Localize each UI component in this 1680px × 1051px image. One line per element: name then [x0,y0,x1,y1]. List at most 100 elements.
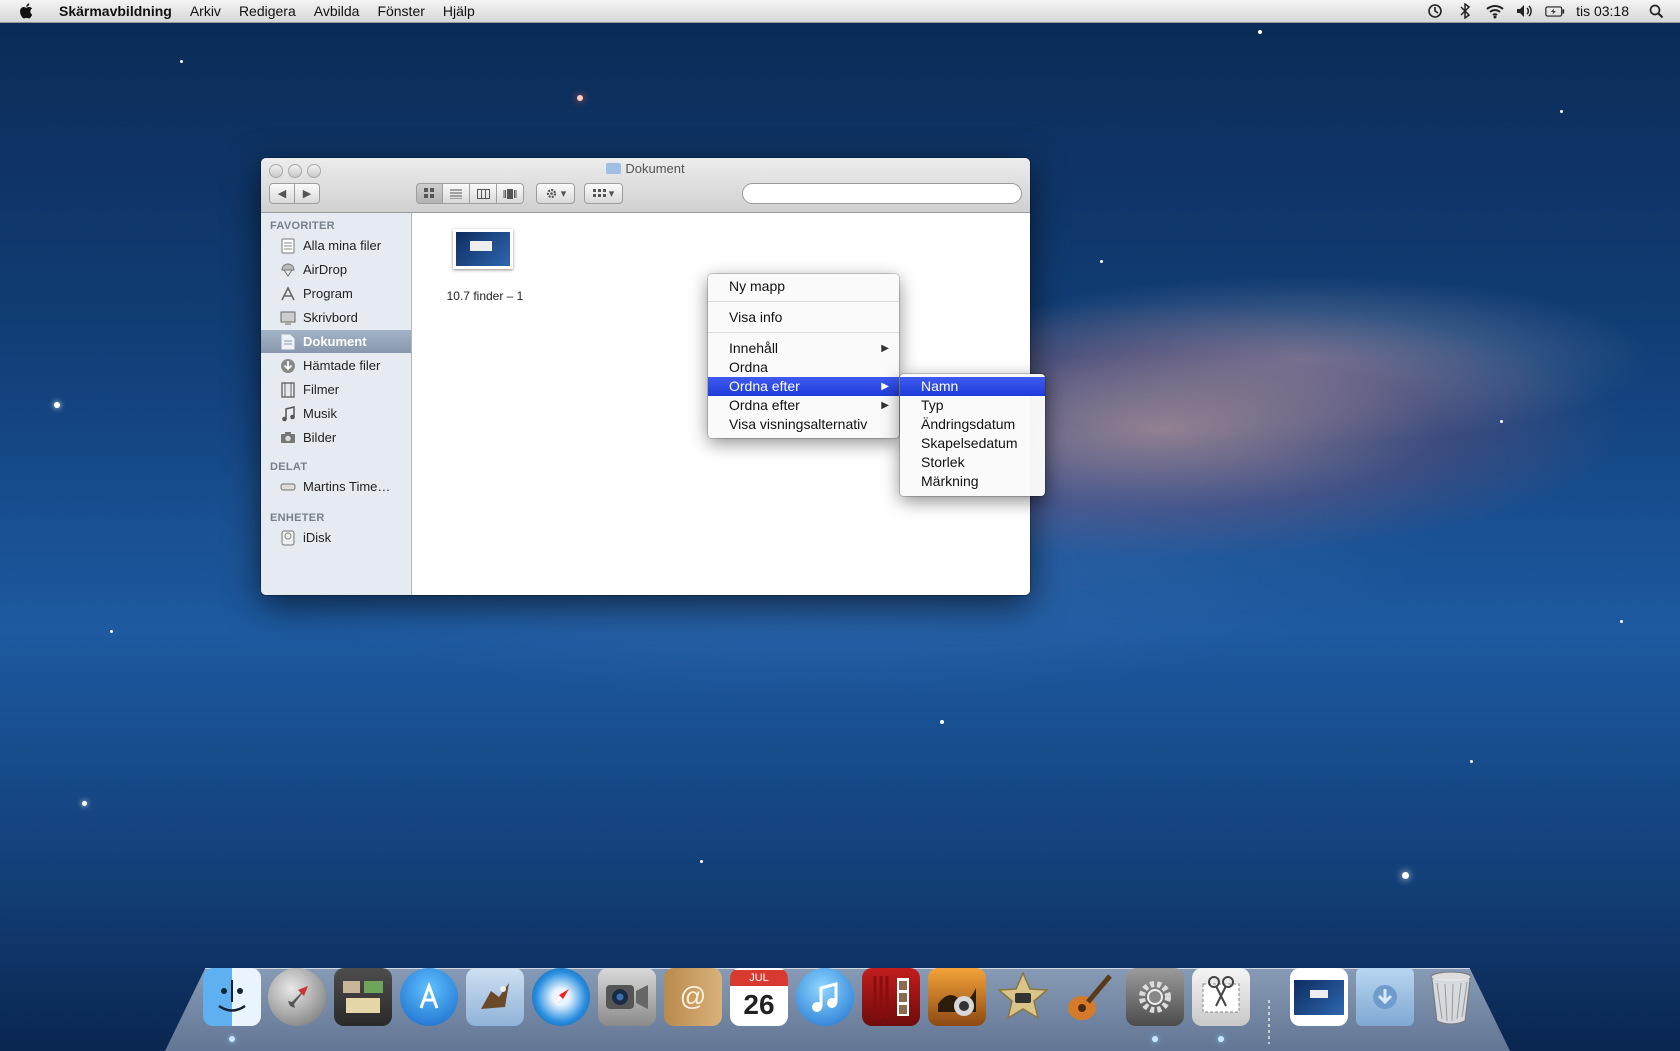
arrange-submenu: Namn Typ Ändringsdatum Skapelsedatum Sto… [900,374,1045,496]
submenu-arrow-icon: ▶ [881,343,889,354]
safari-dock-icon[interactable] [532,968,590,1026]
view-switcher [416,183,524,204]
system-preferences-dock-icon[interactable] [1126,968,1184,1026]
calendar-day: 26 [743,989,775,1020]
icon-view-button[interactable] [416,183,443,204]
sidebar-item-movies[interactable]: Filmer [261,378,411,401]
column-view-button[interactable] [470,183,497,204]
submenu-item-name[interactable]: Namn [900,377,1045,396]
arrange-icon [592,188,606,197]
address-book-dock-icon[interactable]: @ [664,968,722,1026]
apple-menu-icon[interactable] [18,2,36,20]
forward-button[interactable]: ▶ [294,183,320,204]
sidebar-item-all-files[interactable]: Alla mina filer [261,234,411,257]
menu-item-view-options[interactable]: Visa visningsalternativ [708,415,899,434]
iphoto-dock-icon[interactable] [928,968,986,1026]
imovie-dock-icon[interactable] [994,968,1052,1026]
mail-dock-icon[interactable] [466,968,524,1026]
mission-control-dock-icon[interactable] [334,968,392,1026]
menu-arkiv[interactable]: Arkiv [181,0,230,22]
menu-item-arrange-by[interactable]: Ordna efter ▶ [708,377,899,396]
menu-item-new-folder[interactable]: Ny mapp [708,277,899,296]
submenu-item-date-created[interactable]: Skapelsedatum [900,434,1045,453]
sidebar-item-downloads[interactable]: Hämtade filer [261,354,411,377]
idisk-icon [279,530,297,546]
desktop-icon [279,310,297,326]
wifi-icon[interactable] [1485,3,1505,19]
submenu-item-kind[interactable]: Typ [900,396,1045,415]
network-drive-icon [279,479,297,495]
sidebar-item-documents[interactable]: Dokument [261,330,411,353]
photo-booth-dock-icon[interactable] [862,968,920,1026]
icon-view-icon [424,188,434,198]
itunes-dock-icon[interactable] [796,968,854,1026]
sidebar-item-label: Hämtade filer [303,358,381,373]
facetime-dock-icon[interactable] [598,968,656,1026]
gear-icon [546,188,556,199]
sidebar-item-pictures[interactable]: Bilder [261,426,411,449]
list-view-button[interactable] [443,183,470,204]
spotlight-icon[interactable] [1646,3,1666,19]
sidebar-item-label: Alla mina filer [303,238,382,253]
applications-icon [279,285,297,302]
launchpad-dock-icon[interactable] [268,968,326,1026]
file-name[interactable]: 10.7 finder – 1 [421,289,549,303]
ical-dock-icon[interactable]: JUL 26 [730,968,788,1026]
sidebar-item-label: Bilder [303,430,337,445]
sidebar-item-idisk[interactable]: iDisk [261,526,411,549]
menu-hjalp[interactable]: Hjälp [434,0,484,22]
music-note-icon [279,405,297,422]
svg-text:@: @ [680,981,706,1011]
battery-icon[interactable] [1545,3,1565,19]
sidebar-item-desktop[interactable]: Skrivbord [261,306,411,329]
sidebar-header-devices: ENHETER [270,512,325,524]
running-indicator [1152,1036,1158,1042]
arrange-button[interactable]: ▾ [584,183,623,204]
menu-item-contents[interactable]: Innehåll ▶ [708,339,899,358]
action-button[interactable]: ▾ [536,183,575,204]
sidebar-item-label: Musik [303,406,337,421]
submenu-item-size[interactable]: Storlek [900,453,1045,472]
back-button[interactable]: ◀ [269,183,295,204]
menu-item-get-info[interactable]: Visa info [708,308,899,327]
app-store-dock-icon[interactable] [400,968,458,1026]
menu-avbilda[interactable]: Avbilda [305,0,369,22]
volume-icon[interactable] [1515,3,1535,19]
downloads-stack-dock-icon[interactable] [1356,968,1414,1026]
menu-fonster[interactable]: Fönster [368,0,433,22]
submenu-item-date-modified[interactable]: Ändringsdatum [900,415,1045,434]
bluetooth-icon[interactable] [1455,3,1475,19]
file-icon[interactable] [453,229,513,269]
screenshot-dock-icon[interactable] [1192,968,1250,1026]
menu-separator [708,301,899,302]
search-input[interactable] [742,183,1022,204]
submenu-item-label[interactable]: Märkning [900,472,1045,491]
calendar-month: JUL [730,970,788,986]
sidebar-header-favorites: FAVORITER [270,220,335,232]
status-area: tis 03:18 [1420,0,1680,22]
downloads-icon [279,358,297,374]
sidebar-item-time-capsule[interactable]: Martins Time… [261,475,411,498]
finder-dock-icon[interactable] [203,968,261,1026]
context-menu: Ny mapp Visa info Innehåll ▶ Ordna Ordna … [708,274,899,438]
coverflow-view-button[interactable] [497,183,524,204]
menu-item-clean-up[interactable]: Ordna [708,358,899,377]
clock[interactable]: tis 03:18 [1576,0,1629,22]
menu-separator [708,332,899,333]
window-toolbar: Dokument ◀ ▶ ▾ ▾ [261,158,1030,213]
sidebar-item-label: Martins Time… [303,479,391,494]
time-machine-icon[interactable] [1425,3,1445,19]
menu-redigera[interactable]: Redigera [230,0,305,22]
submenu-arrow-icon: ▶ [881,400,889,411]
app-menu[interactable]: Skärmavbildning [50,0,181,22]
list-view-icon [450,189,462,199]
trash-dock-icon[interactable] [1422,968,1480,1026]
sidebar-item-airdrop[interactable]: AirDrop [261,258,411,281]
sidebar-item-music[interactable]: Musik [261,402,411,425]
sidebar-item-label: Filmer [303,382,340,397]
garageband-dock-icon[interactable] [1060,968,1118,1026]
sidebar-item-label: iDisk [303,530,332,545]
menu-item-sort-by[interactable]: Ordna efter ▶ [708,396,899,415]
sidebar-item-program[interactable]: Program [261,282,411,305]
documents-stack-dock-icon[interactable] [1290,968,1348,1026]
